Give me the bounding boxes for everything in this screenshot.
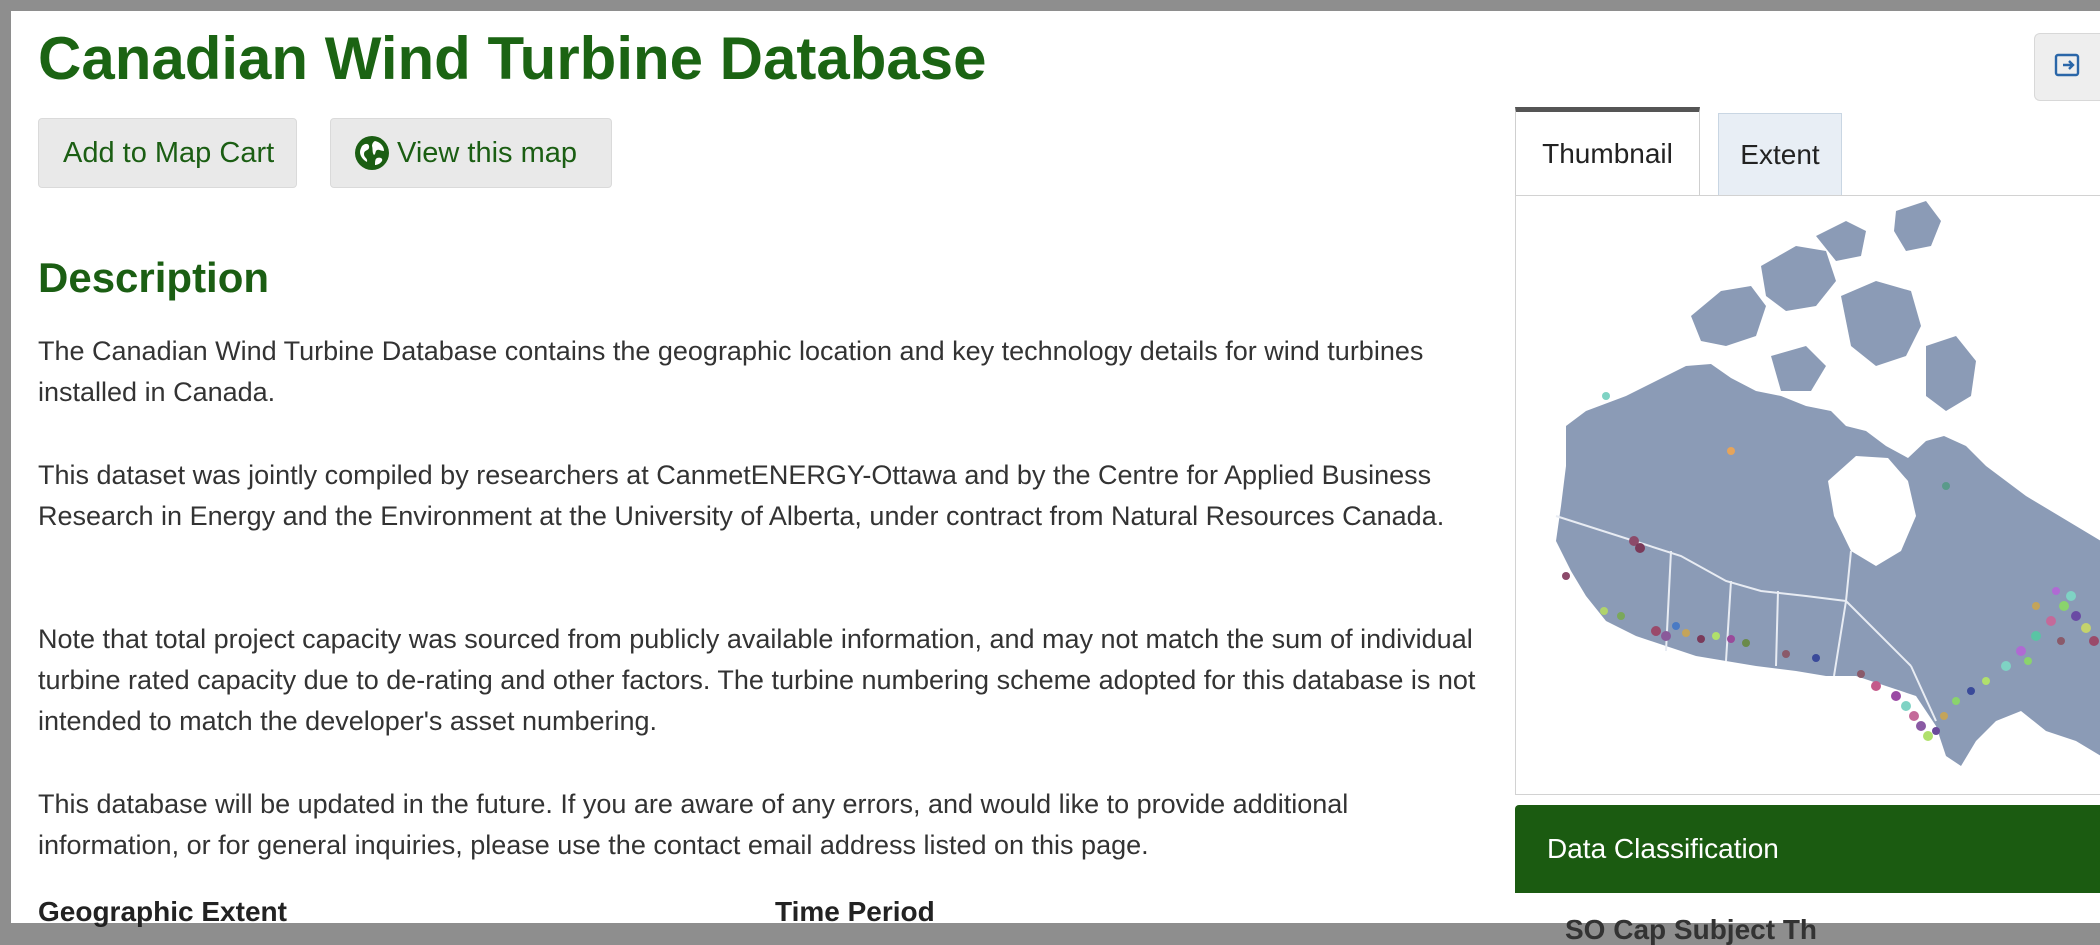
page-frame: Canadian Wind Turbine Database Add to Ma… bbox=[11, 11, 2100, 944]
external-share-icon bbox=[2053, 50, 2083, 85]
data-classification-header[interactable]: Data Classification bbox=[1515, 805, 2100, 893]
description-paragraph-1: The Canadian Wind Turbine Database conta… bbox=[38, 336, 1424, 407]
description-paragraph-4: This database will be updated in the fut… bbox=[38, 789, 1349, 860]
canada-map-thumbnail bbox=[1555, 201, 2100, 766]
share-button[interactable] bbox=[2034, 33, 2100, 101]
data-classification-subheading: SO Cap Subject Th bbox=[1565, 914, 1818, 945]
description-heading: Description bbox=[38, 254, 270, 301]
description-paragraph-2: This dataset was jointly compiled by res… bbox=[38, 460, 1445, 531]
tab-extent[interactable]: Extent bbox=[1718, 113, 1842, 195]
view-this-map-button[interactable]: View this map bbox=[330, 118, 612, 188]
description-paragraph-3: Note that total project capacity was sou… bbox=[38, 624, 1476, 736]
add-to-map-cart-label: Add to Map Cart bbox=[63, 136, 275, 169]
globe-icon bbox=[353, 134, 391, 172]
tab-thumbnail[interactable]: Thumbnail bbox=[1515, 107, 1700, 195]
page-title: Canadian Wind Turbine Database bbox=[38, 25, 987, 92]
view-this-map-label: View this map bbox=[397, 136, 577, 169]
data-classification-label: Data Classification bbox=[1547, 833, 1779, 864]
add-to-map-cart-button[interactable]: Add to Map Cart bbox=[38, 118, 297, 188]
geographic-extent-label: Geographic Extent bbox=[38, 896, 287, 927]
time-period-label: Time Period bbox=[775, 896, 935, 927]
thumbnail-panel bbox=[1515, 195, 2100, 795]
